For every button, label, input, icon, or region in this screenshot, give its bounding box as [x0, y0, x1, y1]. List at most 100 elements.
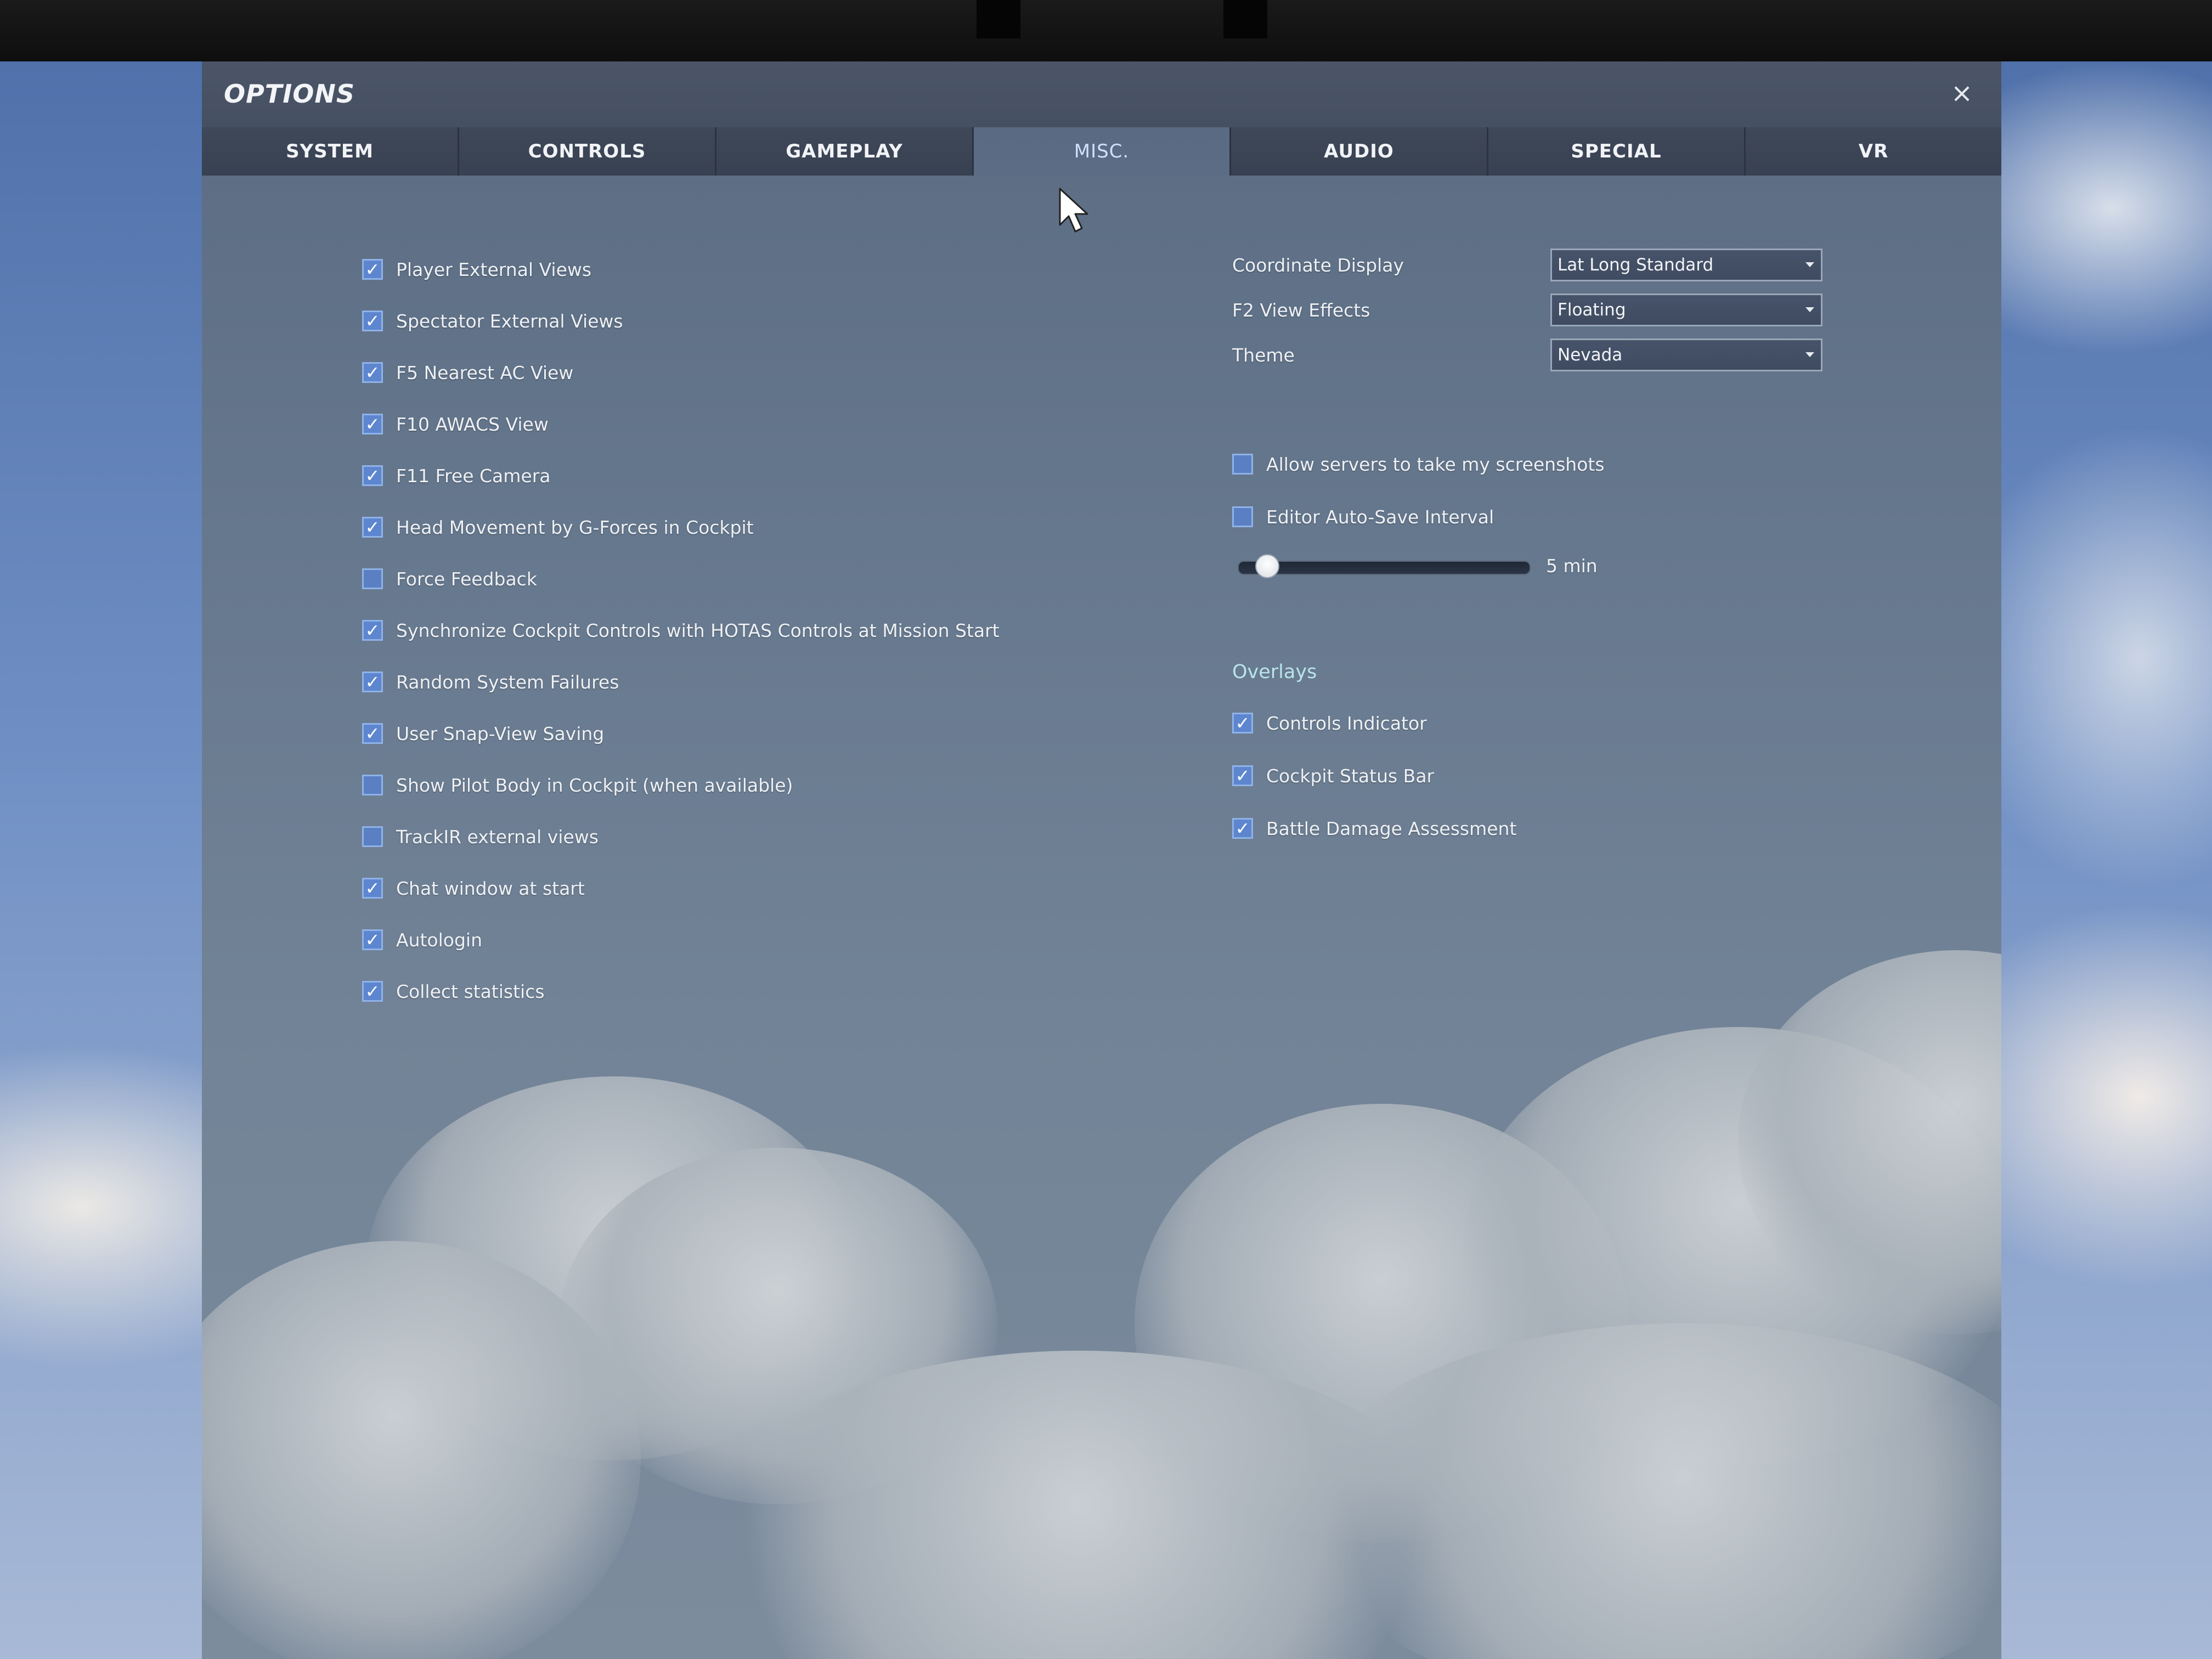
autosave-interval-slider: 5 min	[1232, 543, 1863, 592]
option-label: Head Movement by G-Forces in Cockpit	[396, 516, 754, 538]
checkbox[interactable]: ✓	[362, 826, 383, 847]
checkmark-icon: ✓	[365, 723, 380, 744]
checkbox[interactable]: ✓	[1232, 506, 1253, 527]
option-label: Collect statistics	[396, 980, 545, 1002]
coordinate-display-dropdown[interactable]: Lat Long Standard	[1550, 249, 1822, 281]
option-user-snap-view-saving[interactable]: ✓ User Snap-View Saving	[362, 708, 1185, 759]
checkbox[interactable]: ✓	[362, 517, 383, 538]
option-force-feedback[interactable]: ✓ Force Feedback	[362, 553, 1185, 605]
monitor-bezel	[0, 0, 2212, 61]
option-f11-free-camera[interactable]: ✓ F11 Free Camera	[362, 450, 1185, 501]
option-label: Chat window at start	[396, 877, 585, 899]
checkbox[interactable]: ✓	[362, 465, 383, 486]
checkmark-icon: ✓	[365, 414, 380, 435]
option-f5-nearest-ac-view[interactable]: ✓ F5 Nearest AC View	[362, 347, 1185, 398]
checkmark-icon: ✓	[365, 981, 380, 1002]
tab-system[interactable]: SYSTEM	[202, 127, 459, 176]
option-synchronize-cockpit-controls[interactable]: ✓ Synchronize Cockpit Controls with HOTA…	[362, 605, 1185, 656]
option-label: F11 Free Camera	[396, 465, 551, 487]
checkbox[interactable]: ✓	[362, 362, 383, 383]
tab-special[interactable]: SPECIAL	[1488, 127, 1746, 176]
checkbox[interactable]: ✓	[1232, 713, 1253, 733]
slider-track[interactable]	[1238, 561, 1531, 575]
tab-bar: SYSTEM CONTROLS GAMEPLAY MISC. AUDIO SPE…	[202, 127, 2001, 176]
checkmark-icon: ✓	[365, 259, 380, 280]
tab-gameplay[interactable]: GAMEPLAY	[716, 127, 974, 176]
title-bar: OPTIONS ×	[202, 61, 2001, 127]
option-chat-window-at-start[interactable]: ✓ Chat window at start	[362, 862, 1185, 914]
option-label: Random System Failures	[396, 671, 619, 693]
option-label: F10 AWACS View	[396, 413, 549, 435]
bezel-shadow	[1223, 0, 1267, 38]
slider-value-label: 5 min	[1546, 555, 1598, 577]
window-title: OPTIONS	[224, 79, 356, 109]
dropdown-label: Coordinate Display	[1232, 254, 1404, 276]
option-autologin[interactable]: ✓ Autologin	[362, 914, 1185, 966]
option-label: Spectator External Views	[396, 310, 623, 332]
option-label: TrackIR external views	[396, 826, 599, 848]
option-label: Force Feedback	[396, 568, 537, 590]
slider-handle[interactable]	[1255, 554, 1279, 578]
checkbox[interactable]: ✓	[362, 568, 383, 589]
option-collect-statistics[interactable]: ✓ Collect statistics	[362, 966, 1185, 1017]
checkbox[interactable]: ✓	[1232, 818, 1253, 839]
theme-dropdown[interactable]: Nevada	[1550, 338, 1822, 371]
checkmark-icon: ✓	[365, 672, 380, 692]
option-label: Editor Auto-Save Interval	[1266, 506, 1494, 528]
option-spectator-external-views[interactable]: ✓ Spectator External Views	[362, 295, 1185, 347]
dropdown-value: Lat Long Standard	[1558, 255, 1714, 275]
checkbox[interactable]: ✓	[362, 620, 383, 641]
checkbox[interactable]: ✓	[362, 775, 383, 795]
option-show-pilot-body[interactable]: ✓ Show Pilot Body in Cockpit (when avail…	[362, 759, 1185, 811]
tab-audio[interactable]: AUDIO	[1231, 127, 1488, 176]
bezel-shadow	[977, 0, 1020, 38]
checkbox[interactable]: ✓	[362, 259, 383, 280]
option-trackir-external-views[interactable]: ✓ TrackIR external views	[362, 811, 1185, 862]
tab-controls[interactable]: CONTROLS	[459, 127, 716, 176]
f2-view-effects-row: F2 View Effects Floating	[1232, 287, 1863, 332]
f2-view-effects-dropdown[interactable]: Floating	[1550, 294, 1822, 326]
checkmark-icon: ✓	[365, 311, 380, 331]
close-button[interactable]: ×	[1944, 76, 1979, 111]
overlays-heading: Overlays	[1232, 661, 1317, 683]
option-label: Cockpit Status Bar	[1266, 765, 1435, 787]
overlay-battle-damage-assessment[interactable]: ✓ Battle Damage Assessment	[1232, 802, 1863, 855]
checkmark-icon: ✓	[365, 362, 380, 383]
checkbox[interactable]: ✓	[1232, 454, 1253, 475]
checkmark-icon: ✓	[1235, 818, 1250, 839]
option-label: Allow servers to take my screenshots	[1266, 453, 1605, 475]
option-editor-autosave-interval[interactable]: ✓ Editor Auto-Save Interval	[1232, 490, 1863, 543]
chevron-down-icon	[1805, 262, 1814, 267]
option-label: F5 Nearest AC View	[396, 362, 574, 383]
option-allow-server-screenshots[interactable]: ✓ Allow servers to take my screenshots	[1232, 438, 1863, 490]
option-label: Battle Damage Assessment	[1266, 817, 1517, 839]
checkbox[interactable]: ✓	[362, 878, 383, 899]
checkbox[interactable]: ✓	[362, 723, 383, 744]
option-label: User Snap-View Saving	[396, 723, 605, 744]
overlay-cockpit-status-bar[interactable]: ✓ Cockpit Status Bar	[1232, 749, 1863, 802]
option-label: Controls Indicator	[1266, 712, 1427, 734]
tab-misc[interactable]: MISC.	[974, 127, 1231, 176]
checkmark-icon: ✓	[365, 465, 380, 486]
checkbox[interactable]: ✓	[1232, 765, 1253, 786]
chevron-down-icon	[1805, 307, 1814, 312]
option-label: Synchronize Cockpit Controls with HOTAS …	[396, 619, 1000, 641]
checkbox[interactable]: ✓	[362, 981, 383, 1002]
overlay-controls-indicator[interactable]: ✓ Controls Indicator	[1232, 697, 1863, 749]
checkbox[interactable]: ✓	[362, 672, 383, 692]
option-random-system-failures[interactable]: ✓ Random System Failures	[362, 656, 1185, 708]
option-f10-awacs-view[interactable]: ✓ F10 AWACS View	[362, 398, 1185, 450]
checkbox[interactable]: ✓	[362, 929, 383, 950]
option-head-movement-gforces[interactable]: ✓ Head Movement by G-Forces in Cockpit	[362, 501, 1185, 553]
checkmark-icon: ✓	[365, 620, 380, 641]
options-window: OPTIONS × SYSTEM CONTROLS GAMEPLAY MISC.…	[202, 61, 2001, 1659]
checkbox[interactable]: ✓	[362, 311, 383, 331]
dropdown-label: Theme	[1232, 344, 1295, 366]
tab-vr[interactable]: VR	[1746, 127, 2001, 176]
option-player-external-views[interactable]: ✓ Player External Views	[362, 244, 1185, 295]
checkbox[interactable]: ✓	[362, 414, 383, 435]
chevron-down-icon	[1805, 352, 1814, 357]
checkmark-icon: ✓	[365, 878, 380, 899]
coordinate-display-row: Coordinate Display Lat Long Standard	[1232, 242, 1863, 287]
option-label: Player External Views	[396, 258, 592, 280]
